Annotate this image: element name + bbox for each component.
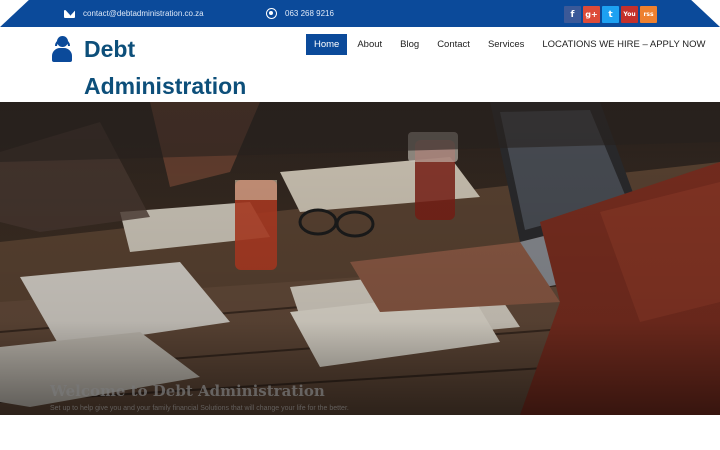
facebook-icon[interactable]: f [564,6,581,23]
youtube-icon[interactable]: You [621,6,638,23]
nav-item-home[interactable]: Home [306,34,348,55]
nav-item-services[interactable]: Services [480,34,532,55]
google-plus-icon[interactable]: g+ [583,6,600,23]
nav-item-contact[interactable]: Contact [429,34,478,55]
nav-item-locations[interactable]: LOCATIONS WE HIRE – APPLY NOW [534,34,713,55]
contact-email[interactable]: contact@debtadministration.co.za [64,6,204,21]
hero-banner: Welcome to Debt Administration Set up to… [0,102,720,415]
main-navigation: Home About Blog Contact Services LOCATIO… [306,34,714,55]
twitter-icon[interactable]: t [602,6,619,23]
envelope-icon [64,9,75,18]
whatsapp-icon [266,8,277,19]
site-title[interactable]: Debt Administration [84,31,284,105]
hero-overlay [0,102,720,415]
nav-item-blog[interactable]: Blog [392,34,427,55]
hero-subtitle: Set up to help give you and your family … [50,405,349,412]
rss-icon[interactable]: rss [640,6,657,23]
hero-title: Welcome to Debt Administration [50,382,325,400]
contact-phone[interactable]: 063 268 9216 [266,6,334,21]
social-links: f g+ t You rss [564,6,657,23]
top-contact-bar: contact@debtadministration.co.za 063 268… [0,0,720,27]
contact-email-text[interactable]: contact@debtadministration.co.za [83,9,204,18]
nav-item-about[interactable]: About [349,34,390,55]
support-agent-icon[interactable] [52,36,72,62]
contact-phone-text[interactable]: 063 268 9216 [285,9,334,18]
